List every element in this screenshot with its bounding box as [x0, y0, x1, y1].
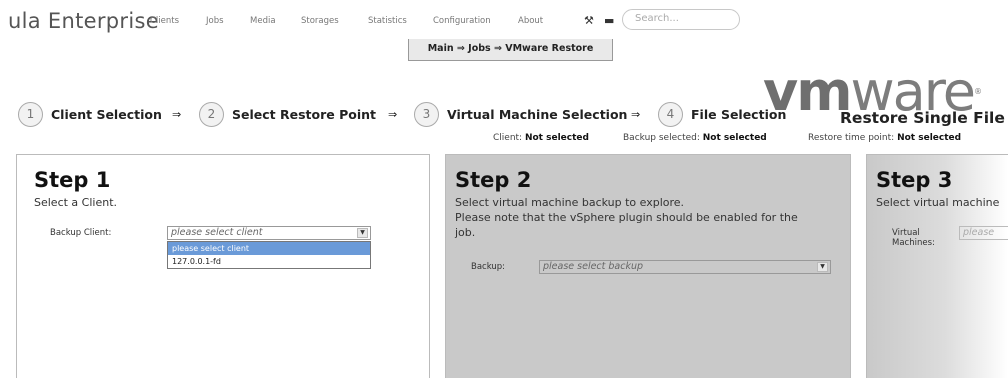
- arrow-icon: ⇒: [172, 108, 182, 121]
- dropdown-option[interactable]: 127.0.0.1-fd: [168, 255, 370, 268]
- chevron-down-icon: ▼: [357, 228, 368, 238]
- step-2-description: Select virtual machine backup to explore…: [455, 196, 798, 239]
- step-3-title: Step 3: [876, 168, 953, 192]
- virtual-machines-select[interactable]: please: [959, 226, 1008, 240]
- step-2-panel: Step 2 Select virtual machine backup to …: [445, 154, 851, 378]
- backup-client-label: Backup Client:: [50, 228, 112, 238]
- step-3-panel: Step 3 Select virtual machine Virtual Ma…: [866, 154, 1008, 378]
- restore-time-status: Restore time point: Not selected: [808, 133, 962, 143]
- step-3-description: Select virtual machine: [876, 196, 1000, 209]
- monitor-icon[interactable]: ▬: [604, 14, 614, 27]
- step-1-description: Select a Client.: [34, 196, 118, 209]
- backup-client-select[interactable]: please select client ▼: [167, 226, 371, 240]
- backup-status: Backup selected: Not selected: [623, 133, 767, 143]
- nav-item-jobs[interactable]: Jobs: [206, 16, 224, 26]
- step-3-label[interactable]: Virtual Machine Selection: [447, 107, 627, 122]
- step-1-number[interactable]: 1: [18, 102, 43, 127]
- nav-item-about[interactable]: About: [518, 16, 543, 26]
- step-3-number[interactable]: 3: [414, 102, 439, 127]
- step-2-number[interactable]: 2: [199, 102, 224, 127]
- wrench-icon[interactable]: ⚒: [584, 14, 594, 27]
- virtual-machines-label: Virtual Machines:: [892, 228, 935, 248]
- wizard-steps: 1 Client Selection ⇒ 2 Select Restore Po…: [0, 102, 1008, 130]
- app-brand[interactable]: ula Enterprise: [8, 9, 159, 33]
- breadcrumb: Main ⇒ Jobs ⇒ VMware Restore: [408, 39, 613, 61]
- nav-item-configuration[interactable]: Configuration: [433, 16, 491, 26]
- arrow-icon: ⇒: [388, 108, 398, 121]
- search-input[interactable]: Search...: [622, 9, 740, 30]
- step-4-label[interactable]: File Selection: [691, 107, 786, 122]
- step-4-number[interactable]: 4: [658, 102, 683, 127]
- nav-item-statistics[interactable]: Statistics: [368, 16, 407, 26]
- dropdown-option[interactable]: please select client: [168, 242, 370, 255]
- step-2-label[interactable]: Select Restore Point: [232, 107, 376, 122]
- nav-item-storages[interactable]: Storages: [301, 16, 339, 26]
- backup-client-dropdown: please select client 127.0.0.1-fd: [167, 241, 371, 269]
- backup-select[interactable]: please select backup ▼: [539, 260, 831, 274]
- step-1-label[interactable]: Client Selection: [51, 107, 162, 122]
- step-1-title: Step 1: [34, 168, 111, 192]
- client-status: Client: Not selected: [493, 133, 589, 143]
- backup-label: Backup:: [471, 262, 506, 272]
- step-2-title: Step 2: [455, 168, 532, 192]
- arrow-icon: ⇒: [631, 108, 641, 121]
- top-navbar: ula Enterprise Clients Jobs Media Storag…: [0, 0, 1008, 40]
- chevron-down-icon: ▼: [817, 262, 828, 272]
- nav-item-clients[interactable]: Clients: [150, 16, 179, 26]
- nav-item-media[interactable]: Media: [250, 16, 276, 26]
